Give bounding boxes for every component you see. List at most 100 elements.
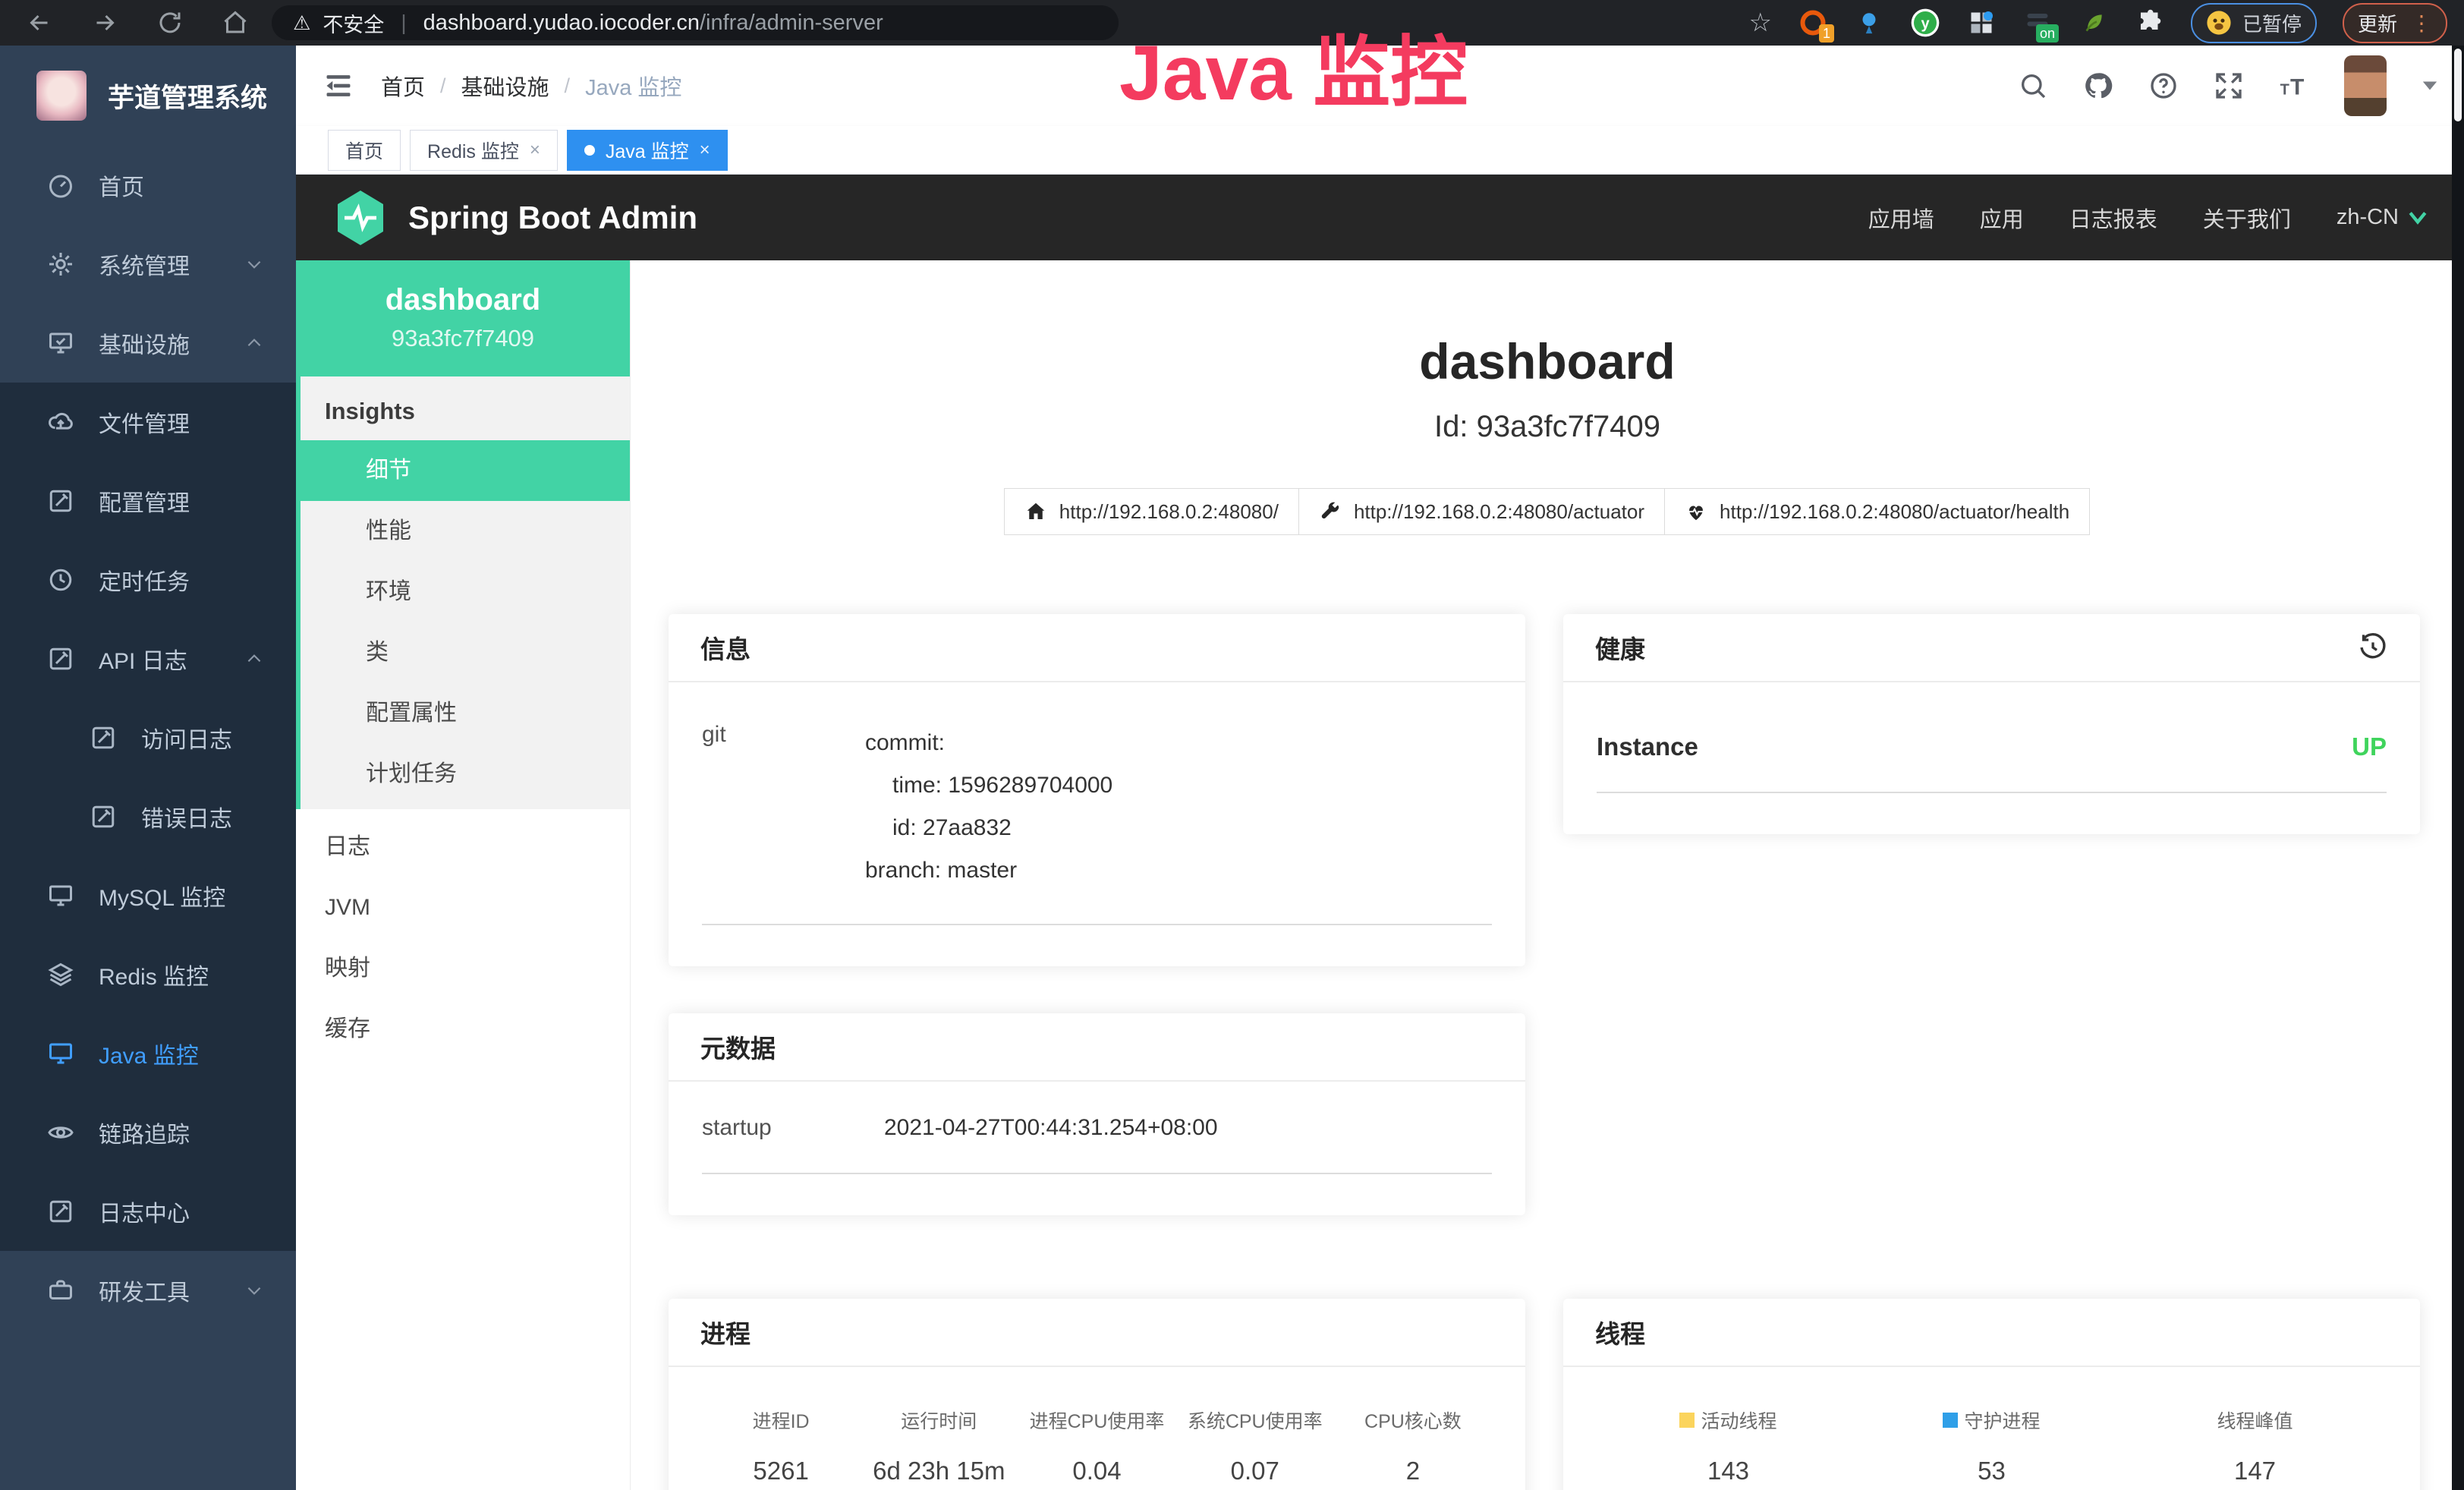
sba-header: Spring Boot Admin 应用墙 应用 日志报表 关于我们 zh-CN [296, 175, 2464, 260]
extension-grid-icon[interactable] [1966, 8, 1997, 38]
sba-main: dashboard Id: 93a3fc7f7409 http://192.16… [631, 260, 2464, 1490]
sidebar-item-redis-monitor[interactable]: Redis 监控 [0, 935, 296, 1014]
admin-sidebar: 芋道管理系统 首页 系统管理 基础设施 文件管理 配置管理 [0, 46, 296, 1490]
log-edit-icon [90, 803, 117, 830]
sba-nav-wallboard[interactable]: 应用墙 [1868, 202, 1934, 234]
extensions-puzzle-icon[interactable] [2135, 8, 2165, 38]
sba-item-jvm[interactable]: JVM [296, 877, 630, 938]
health-card: 健康 Instance UP [1563, 614, 2420, 834]
metric-process-cpu: 进程CPU使用率 0.04 [1018, 1407, 1175, 1490]
git-commit-values: commit: time: 1596289704000 id: 27aa832 … [865, 722, 1112, 892]
eye-icon [47, 1119, 74, 1146]
sidebar-item-scheduled-jobs[interactable]: 定时任务 [0, 540, 296, 619]
sidebar-item-log-center[interactable]: 日志中心 [0, 1172, 296, 1251]
reload-icon[interactable] [156, 9, 184, 36]
sba-nav-applications[interactable]: 应用 [1980, 202, 2024, 234]
tab-java-monitor[interactable]: Java 监控 × [567, 130, 728, 171]
security-warning-icon: ⚠ [293, 11, 310, 35]
sba-item-mappings[interactable]: 映射 [296, 938, 630, 999]
metric-cpu-cores: CPU核心数 2 [1334, 1407, 1492, 1490]
health-instance-row: Instance UP [1597, 705, 2387, 793]
locale-selector[interactable]: zh-CN [2337, 205, 2428, 230]
sidebar-item-file-management[interactable]: 文件管理 [0, 383, 296, 461]
profile-paused-badge[interactable]: 已暂停 [2191, 3, 2317, 43]
breadcrumb-home[interactable]: 首页 [381, 70, 425, 102]
breadcrumb: 首页 / 基础设施 / Java 监控 [381, 70, 681, 102]
metric-uptime: 运行时间 6d 23h 15m 59s [860, 1407, 1018, 1490]
sba-nav-journal[interactable]: 日志报表 [2069, 202, 2157, 234]
history-icon[interactable] [2358, 632, 2388, 663]
metric-pid: 进程ID 5261 [702, 1407, 860, 1490]
cloud-upload-icon [47, 408, 74, 436]
sidebar-item-home[interactable]: 首页 [0, 146, 296, 225]
sidebar-item-mysql-monitor[interactable]: MySQL 监控 [0, 856, 296, 935]
extension-switch-icon[interactable]: on [2022, 8, 2053, 38]
history-clock-icon [47, 566, 74, 594]
chevron-up-icon [244, 333, 264, 353]
address-bar[interactable]: ⚠ 不安全 | dashboard.yudao.iocoder.cn/infra… [272, 5, 1119, 40]
sba-item-scheduled-tasks[interactable]: 计划任务 [301, 744, 630, 805]
fullscreen-icon[interactable] [2214, 71, 2244, 101]
sba-item-classes[interactable]: 类 [301, 622, 630, 683]
hamburger-icon[interactable] [323, 73, 354, 99]
extension-leaf-icon[interactable] [2079, 8, 2109, 38]
legend-swatch-live [1679, 1413, 1695, 1428]
sba-brand[interactable]: Spring Boot Admin [332, 188, 697, 247]
github-icon[interactable] [2083, 71, 2113, 101]
close-icon[interactable]: × [530, 140, 540, 161]
tab-redis-monitor[interactable]: Redis 监控 × [410, 130, 558, 171]
avatar-caret-icon[interactable] [2422, 80, 2438, 92]
sba-item-config-props[interactable]: 配置属性 [301, 683, 630, 744]
sba-item-caches[interactable]: 缓存 [296, 999, 630, 1060]
sidebar-item-system[interactable]: 系统管理 [0, 225, 296, 304]
user-avatar[interactable] [2344, 55, 2387, 116]
font-size-icon[interactable]: TT [2279, 71, 2309, 101]
metric-daemon-threads: 守护进程 53 [1860, 1407, 2123, 1485]
sidebar-item-infrastructure[interactable]: 基础设施 [0, 304, 296, 383]
back-icon[interactable] [26, 9, 53, 36]
sidebar-item-config-management[interactable]: 配置管理 [0, 461, 296, 540]
extension-y-circle-icon[interactable]: y [1910, 8, 1940, 38]
sidebar-item-java-monitor[interactable]: Java 监控 [0, 1014, 296, 1093]
sidebar-submenu-infrastructure: 文件管理 配置管理 定时任务 API 日志 访问日志 错误日志 [0, 383, 296, 1251]
info-card-title: 信息 [669, 614, 1525, 682]
svg-text:y: y [1921, 16, 1930, 33]
health-url-button[interactable]: http://192.168.0.2:48080/actuator/health [1664, 488, 2090, 535]
sba-item-metrics[interactable]: 性能 [301, 501, 630, 562]
sba-item-logs[interactable]: 日志 [296, 817, 630, 877]
sba-item-environment[interactable]: 环境 [301, 562, 630, 622]
app-logo-row[interactable]: 芋道管理系统 [0, 46, 296, 146]
actuator-url-button[interactable]: http://192.168.0.2:48080/actuator [1298, 488, 1665, 535]
browser-update-button[interactable]: 更新 ⋮ [2343, 3, 2447, 43]
browser-menu-icon[interactable]: ⋮ [2411, 11, 2432, 36]
sba-item-details[interactable]: 细节 [301, 440, 630, 501]
search-icon[interactable] [2018, 71, 2048, 101]
sba-nav-about[interactable]: 关于我们 [2203, 202, 2291, 234]
monitor-check-icon [47, 329, 74, 357]
window-scrollbar[interactable] [2452, 46, 2464, 1490]
extension-colorzilla-icon[interactable]: 1 [1798, 8, 1828, 38]
chevron-down-icon [244, 1281, 264, 1300]
bookmark-star-icon[interactable]: ☆ [1748, 8, 1771, 38]
forward-icon[interactable] [91, 9, 118, 36]
close-icon[interactable]: × [700, 140, 710, 161]
extension-pin-icon[interactable] [1854, 8, 1884, 38]
sidebar-item-dev-tools[interactable]: 研发工具 [0, 1251, 296, 1330]
tab-home[interactable]: 首页 [328, 130, 401, 171]
scrollbar-thumb[interactable] [2454, 49, 2462, 121]
wrench-icon [1319, 500, 1342, 523]
layers-icon [47, 961, 74, 988]
home-icon[interactable] [222, 9, 249, 36]
metric-system-cpu: 系统CPU使用率 0.07 [1176, 1407, 1334, 1490]
status-badge: UP [2352, 732, 2387, 761]
sidebar-item-tracing[interactable]: 链路追踪 [0, 1093, 296, 1172]
sidebar-item-access-logs[interactable]: 访问日志 [0, 698, 296, 777]
help-icon[interactable] [2148, 71, 2179, 101]
breadcrumb-infrastructure[interactable]: 基础设施 [461, 70, 549, 102]
heartbeat-icon [1685, 500, 1707, 523]
instance-header[interactable]: dashboard 93a3fc7f7409 [296, 260, 630, 376]
sidebar-item-error-logs[interactable]: 错误日志 [0, 777, 296, 856]
threads-metrics: 活动线程 143 守护进程 53 线程峰值 147 [1597, 1407, 2387, 1485]
service-url-button[interactable]: http://192.168.0.2:48080/ [1004, 488, 1299, 535]
sidebar-item-api-logs[interactable]: API 日志 [0, 619, 296, 698]
